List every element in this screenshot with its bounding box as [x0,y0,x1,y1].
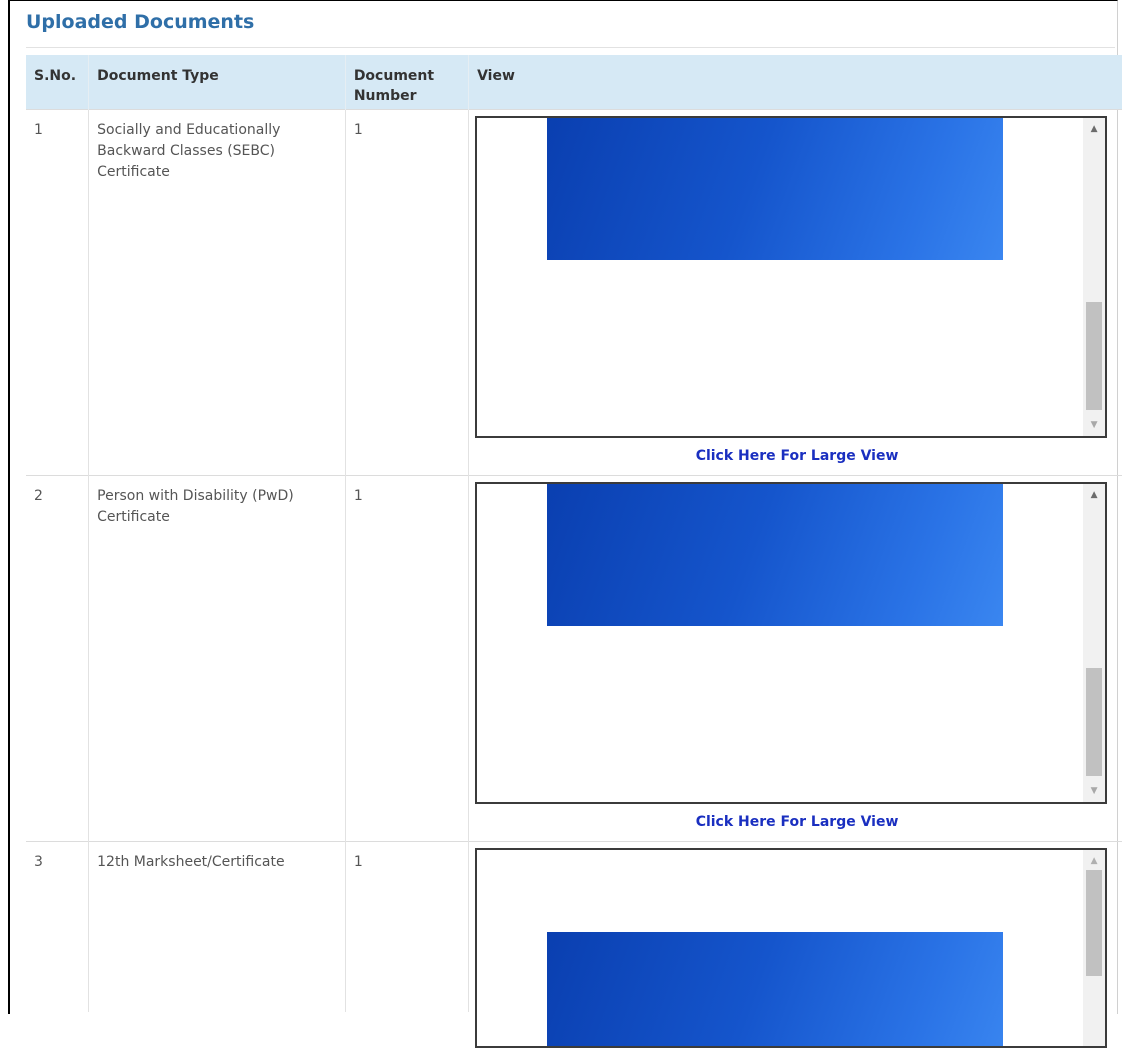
scroll-thumb[interactable] [1086,301,1103,410]
row-document-type: Socially and Educationally Backward Clas… [88,108,346,475]
row-document-type: Person with Disability (PwD) Certificate [88,474,346,841]
row-document-type: 12th Marksheet/Certificate [88,840,346,1012]
document-preview-frame[interactable]: ▲ ▼ [475,115,1108,438]
row-sno: 2 [26,474,90,841]
arrow-up-icon[interactable]: ▲ [1083,486,1105,504]
uploaded-documents-panel: Uploaded Documents S.No. Document Type D… [8,0,1122,1048]
row-document-number: 1 [345,474,470,841]
document-preview-image [547,483,1004,626]
document-preview-frame[interactable]: ▲ ▼ [475,481,1108,804]
arrow-down-icon[interactable]: ▼ [1083,782,1105,800]
section-title: Uploaded Documents [26,11,255,33]
document-preview-frame[interactable]: ▲ [475,847,1108,1048]
row-document-number: 1 [345,840,470,1012]
scroll-thumb[interactable] [1086,869,1103,976]
row-sno: 1 [26,108,90,475]
title-divider [26,47,1115,48]
table-row: 2 Person with Disability (PwD) Certifica… [26,474,1122,841]
large-view-link[interactable]: Click Here For Large View [469,446,1122,467]
scroll-thumb[interactable] [1086,667,1103,776]
row-view-cell: ▲ ▼ Click Here For Large View [468,108,1122,475]
row-view-cell: ▲ [468,840,1122,1048]
document-preview-image [547,117,1004,260]
row-document-number: 1 [345,108,470,475]
arrow-up-icon[interactable]: ▲ [1083,120,1105,138]
arrow-down-icon[interactable]: ▼ [1083,416,1105,434]
header-document-number: Document Number [345,55,470,109]
preview-scrollbar[interactable]: ▲ [1083,849,1106,1046]
arrow-up-icon[interactable]: ▲ [1083,852,1105,870]
document-preview-image [547,931,1004,1046]
preview-scrollbar[interactable]: ▲ ▼ [1083,117,1106,436]
header-sno: S.No. [26,55,90,109]
table-row: 3 12th Marksheet/Certificate 1 ▲ [26,840,1122,1048]
row-view-cell: ▲ ▼ Click Here For Large View [468,474,1122,841]
row-sno: 3 [26,840,90,1012]
preview-scrollbar[interactable]: ▲ ▼ [1083,483,1106,802]
header-document-type: Document Type [88,55,346,109]
documents-table: S.No. Document Type Document Number View… [26,55,1122,1048]
large-view-link[interactable]: Click Here For Large View [469,812,1122,833]
header-view: View [468,55,1122,109]
table-row: 1 Socially and Educationally Backward Cl… [26,108,1122,475]
table-header-row: S.No. Document Type Document Number View [26,55,1122,109]
